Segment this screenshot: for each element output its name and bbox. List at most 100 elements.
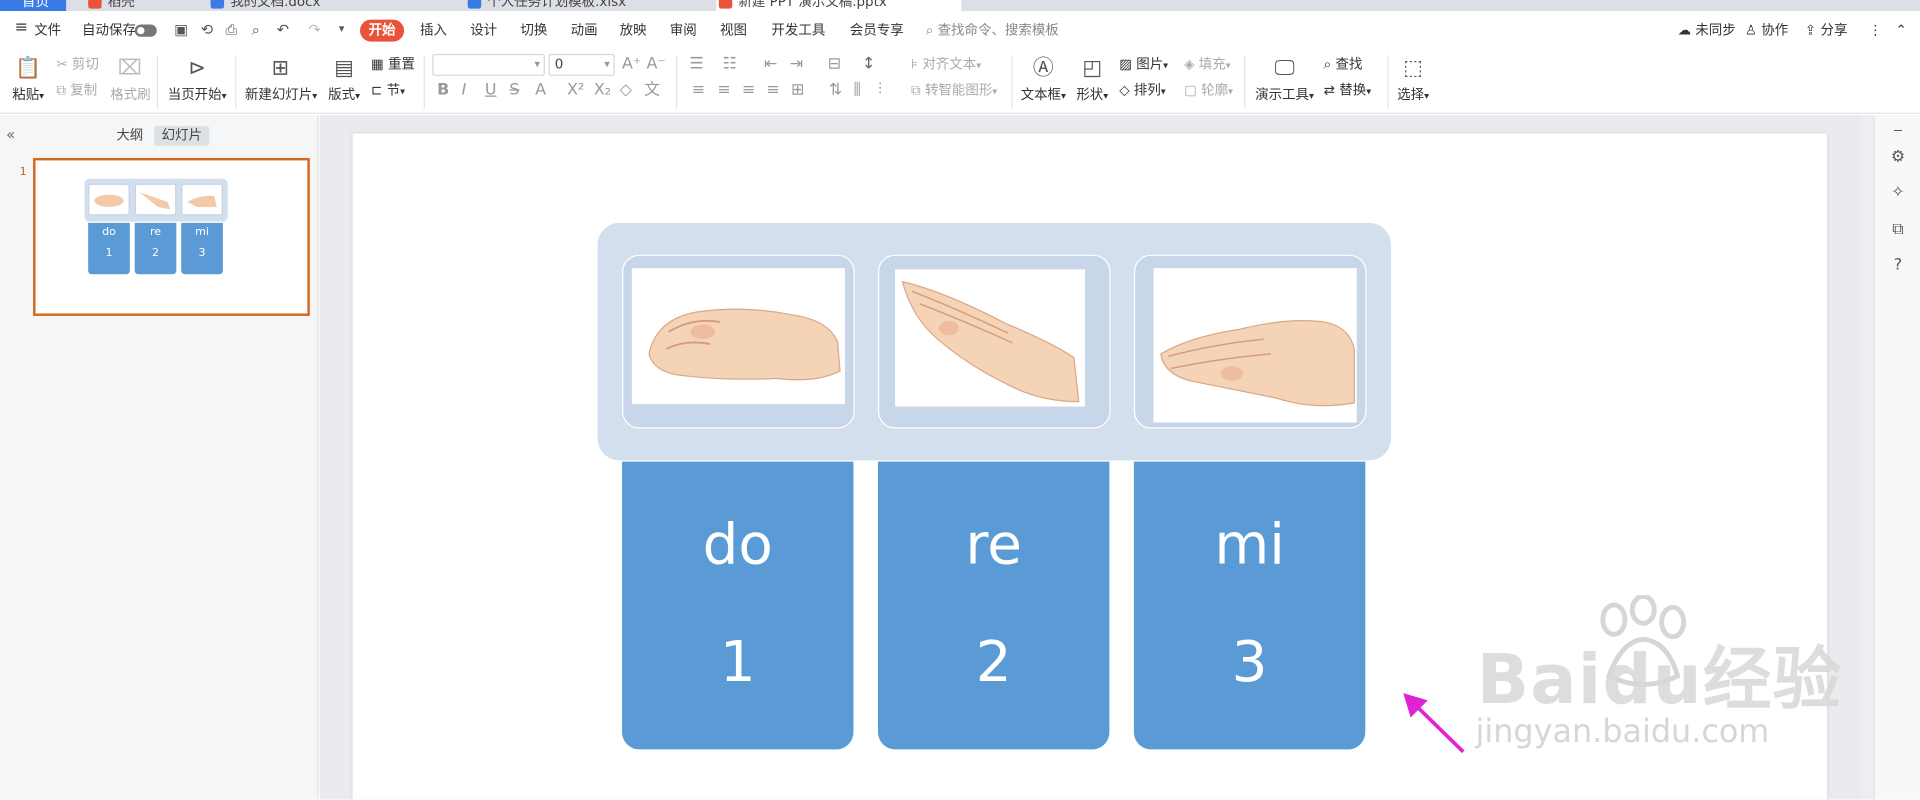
hand-sign-re-image[interactable] xyxy=(895,269,1085,407)
picture-button[interactable]: ▨ 图片▾ xyxy=(1119,56,1168,74)
properties-icon[interactable]: ⚙ xyxy=(1889,149,1906,166)
bullet-list-icon[interactable]: ☰ xyxy=(689,56,703,73)
line-spacing-menu-icon[interactable]: ⫶ xyxy=(878,81,882,99)
hamburger-icon[interactable]: ≡ xyxy=(15,19,28,37)
section-button[interactable]: ⊏ 节▾ xyxy=(371,82,405,100)
hand-sign-do-image[interactable] xyxy=(631,268,845,405)
image-frame[interactable] xyxy=(622,254,855,429)
align-text-button[interactable]: ⊧ 对齐文本▾ xyxy=(911,56,981,74)
justify-icon[interactable]: ≡ xyxy=(767,81,780,99)
undo-alt-icon[interactable]: ⟲ xyxy=(198,21,215,38)
tab-word-document[interactable]: 我的文档.docx xyxy=(208,0,453,11)
tab-animation[interactable]: 动画 xyxy=(571,22,598,39)
strikethrough-icon[interactable]: S xyxy=(509,81,519,99)
help-icon[interactable]: ? xyxy=(1889,257,1906,274)
numbered-list-icon[interactable]: ☷ xyxy=(722,56,736,73)
layout-button[interactable]: ▤ 版式▾ xyxy=(326,55,363,104)
arrange-button[interactable]: ◇ 排列▾ xyxy=(1119,82,1166,100)
cut-button[interactable]: ✂ 剪切 xyxy=(56,56,99,73)
print-icon[interactable]: ⎙ xyxy=(223,21,240,38)
copy-button[interactable]: ⧉ 复制 xyxy=(56,82,97,99)
tab-ppt-document[interactable]: 新建 PPT 演示文稿.pptx xyxy=(716,0,962,12)
column-icon[interactable]: ⫼ xyxy=(853,81,860,99)
collab-button[interactable]: ♙ 协作 xyxy=(1745,22,1788,39)
clear-format-icon[interactable]: ◇ xyxy=(620,81,632,99)
increase-indent-icon[interactable]: ⇥ xyxy=(790,56,803,73)
pin-icon[interactable]: ✧ xyxy=(1889,184,1906,202)
tab-insert[interactable]: 插入 xyxy=(420,22,447,39)
align-left-icon[interactable]: ≡ xyxy=(692,81,705,99)
redo-icon[interactable]: ↷ xyxy=(306,21,323,38)
tab-sheet-document[interactable]: 个人任务计划模板.xlsx xyxy=(465,0,710,11)
font-size-select[interactable]: 0 xyxy=(548,53,615,76)
image-frame[interactable] xyxy=(1133,254,1367,429)
tab-developer[interactable]: 开发工具 xyxy=(771,22,825,39)
outline-button[interactable]: ▢ 轮廓▾ xyxy=(1184,82,1233,100)
note-card-do[interactable]: do 1 xyxy=(622,461,854,750)
select-button[interactable]: ⬚ 选择▾ xyxy=(1395,55,1432,104)
text-direction-icon[interactable]: ⊟ xyxy=(828,56,841,73)
shape-button[interactable]: ◰ 形状▾ xyxy=(1074,55,1111,104)
tab-home-ribbon[interactable]: 开始 xyxy=(360,19,405,42)
fill-button[interactable]: ◈ 填充▾ xyxy=(1184,56,1231,74)
find-button[interactable]: ⌕ 查找 xyxy=(1324,56,1363,73)
tab-docer[interactable]: 稻壳 xyxy=(86,0,208,11)
command-search[interactable]: ⌕ 查找命令、搜索模板 xyxy=(926,22,1059,39)
textbox-button[interactable]: Ⓐ 文本框▾ xyxy=(1019,55,1068,104)
collapse-pane-icon[interactable]: « xyxy=(6,126,15,143)
subscript-icon[interactable]: X₂ xyxy=(594,81,611,99)
tab-transition[interactable]: 切换 xyxy=(520,22,547,39)
tab-outline[interactable]: 大纲 xyxy=(109,126,151,146)
format-painter-button[interactable]: ⌧ 格式刷 xyxy=(110,55,150,104)
play-from-current-button[interactable]: ⊳ 当页开始▾ xyxy=(167,55,228,104)
decrease-indent-icon[interactable]: ⇤ xyxy=(764,56,777,73)
panel-menu-icon[interactable]: ⎯ xyxy=(1889,122,1906,139)
note-card-mi[interactable]: mi 3 xyxy=(1133,461,1366,750)
paragraph-spacing-icon[interactable]: ⇅ xyxy=(829,81,842,99)
shrink-font-icon[interactable]: A⁻ xyxy=(647,56,666,73)
present-tools-button[interactable]: 🖵 演示工具▾ xyxy=(1254,55,1315,104)
line-spacing-icon[interactable]: ↕ xyxy=(862,56,875,73)
align-center-icon[interactable]: ≡ xyxy=(718,81,731,99)
distribute-icon[interactable]: ⊞ xyxy=(791,81,804,99)
more-menu-icon[interactable]: ⋮ xyxy=(1869,22,1882,39)
note-card-re[interactable]: re 2 xyxy=(877,461,1110,750)
transition-pane-icon[interactable]: ⧉ xyxy=(1889,221,1906,239)
image-band[interactable] xyxy=(597,222,1392,461)
paste-button[interactable]: 📋 粘贴▾ xyxy=(10,55,47,104)
tab-view[interactable]: 视图 xyxy=(720,22,747,39)
new-slide-button[interactable]: ⊞ 新建幻灯片▾ xyxy=(245,55,317,104)
tab-design[interactable]: 设计 xyxy=(470,22,497,39)
hand-sign-mi-image[interactable] xyxy=(1153,268,1357,423)
share-button[interactable]: ⇪ 分享 xyxy=(1805,22,1848,39)
customize-chevron-icon[interactable]: ▾ xyxy=(333,21,350,38)
reset-button[interactable]: ▦ 重置 xyxy=(371,56,415,73)
print-preview-icon[interactable]: ⌕ xyxy=(247,21,264,38)
undo-icon[interactable]: ↶ xyxy=(274,21,291,38)
save-icon[interactable]: ▣ xyxy=(173,21,190,38)
align-right-icon[interactable]: ≡ xyxy=(742,81,755,99)
tab-home[interactable]: 首页 xyxy=(0,0,67,12)
phonetic-icon[interactable]: 文 xyxy=(644,81,660,99)
font-color-icon[interactable]: A xyxy=(535,81,546,99)
tab-slideshow[interactable]: 放映 xyxy=(620,22,647,39)
vertical-scrollbar[interactable] xyxy=(1861,115,1874,800)
autosave-toggle[interactable] xyxy=(134,24,157,37)
slide-thumbnail[interactable]: do 1 re 2 mi 3 xyxy=(33,157,310,316)
tab-slides[interactable]: 幻灯片 xyxy=(154,126,210,146)
replace-button[interactable]: ⇄ 替换▾ xyxy=(1324,82,1371,100)
tab-member[interactable]: 会员专享 xyxy=(850,22,904,39)
collapse-ribbon-icon[interactable]: ⌃ xyxy=(1896,22,1907,39)
image-frame[interactable] xyxy=(877,254,1111,429)
italic-icon[interactable]: I xyxy=(462,81,467,99)
superscript-icon[interactable]: X² xyxy=(567,81,584,99)
font-name-select[interactable] xyxy=(432,53,545,76)
sync-status[interactable]: ☁ 未同步 xyxy=(1678,22,1736,39)
smart-graphic-button[interactable]: ⧉ 转智能图形▾ xyxy=(911,82,997,100)
tab-review[interactable]: 审阅 xyxy=(670,22,697,39)
bold-icon[interactable]: B xyxy=(437,81,449,99)
select-label: 选择 xyxy=(1397,86,1425,103)
menu-file[interactable]: 文件 xyxy=(34,22,61,39)
underline-icon[interactable]: U xyxy=(485,81,497,99)
grow-font-icon[interactable]: A⁺ xyxy=(622,56,641,73)
